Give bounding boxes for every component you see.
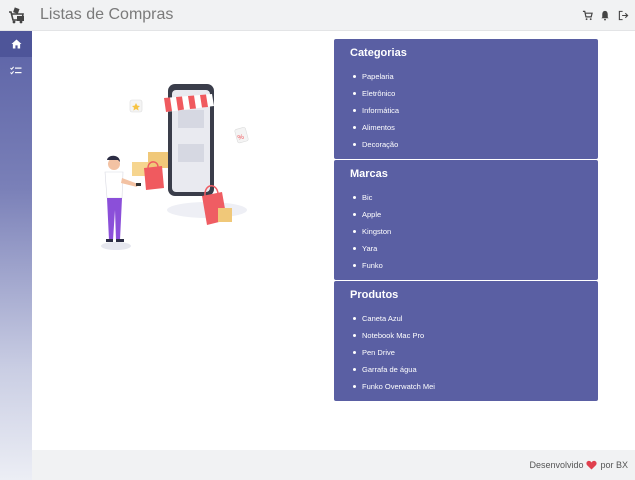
app-logo[interactable] [0,0,32,31]
list-item[interactable]: Bic [350,189,582,206]
list-item[interactable]: Funko Overwatch Mei [350,378,582,395]
heart-icon [586,460,598,470]
sidebar-item-home[interactable] [0,31,32,57]
marcas-list: Bic Apple Kingston Yara Funko [350,189,582,274]
list-item[interactable]: Kingston [350,223,582,240]
checklist-icon [10,65,22,74]
footer-prefix: Desenvolvido [529,460,584,470]
categorias-card: Categorias Papelaria Eletrônico Informát… [334,39,598,159]
bell-icon[interactable] [599,10,611,22]
marcas-card: Marcas Bic Apple Kingston Yara Funko [334,160,598,280]
list-item[interactable]: Funko [350,257,582,274]
sidebar-item-lists[interactable] [0,57,32,83]
footer: Desenvolvido por BX [32,450,635,480]
footer-suffix: por BX [600,460,628,470]
list-item[interactable]: Alimentos [350,119,582,136]
list-item[interactable]: Apple [350,206,582,223]
home-icon [11,39,21,49]
logout-icon[interactable] [617,10,629,22]
categorias-title: Categorias [350,47,407,59]
categorias-list: Papelaria Eletrônico Informática Aliment… [350,68,582,153]
shopping-illustration: % [92,80,252,260]
cart-icon[interactable] [581,10,593,22]
list-item[interactable]: Notebook Mac Pro [350,327,582,344]
marcas-title: Marcas [350,168,388,180]
produtos-card: Produtos Caneta Azul Notebook Mac Pro Pe… [334,281,598,401]
header-actions [581,0,629,31]
sidebar [0,31,32,480]
list-item[interactable]: Decoração [350,136,582,153]
shopping-cart-logo-icon [9,7,24,24]
list-item[interactable]: Caneta Azul [350,310,582,327]
list-item[interactable]: Pen Drive [350,344,582,361]
list-item[interactable]: Yara [350,240,582,257]
list-item[interactable]: Garrafa de água [350,361,582,378]
produtos-title: Produtos [350,289,399,301]
list-item[interactable]: Eletrônico [350,85,582,102]
produtos-list: Caneta Azul Notebook Mac Pro Pen Drive G… [350,310,582,395]
list-item[interactable]: Papelaria [350,68,582,85]
top-bar: Listas de Compras [0,0,635,31]
list-item[interactable]: Informática [350,102,582,119]
page-title: Listas de Compras [40,6,174,23]
